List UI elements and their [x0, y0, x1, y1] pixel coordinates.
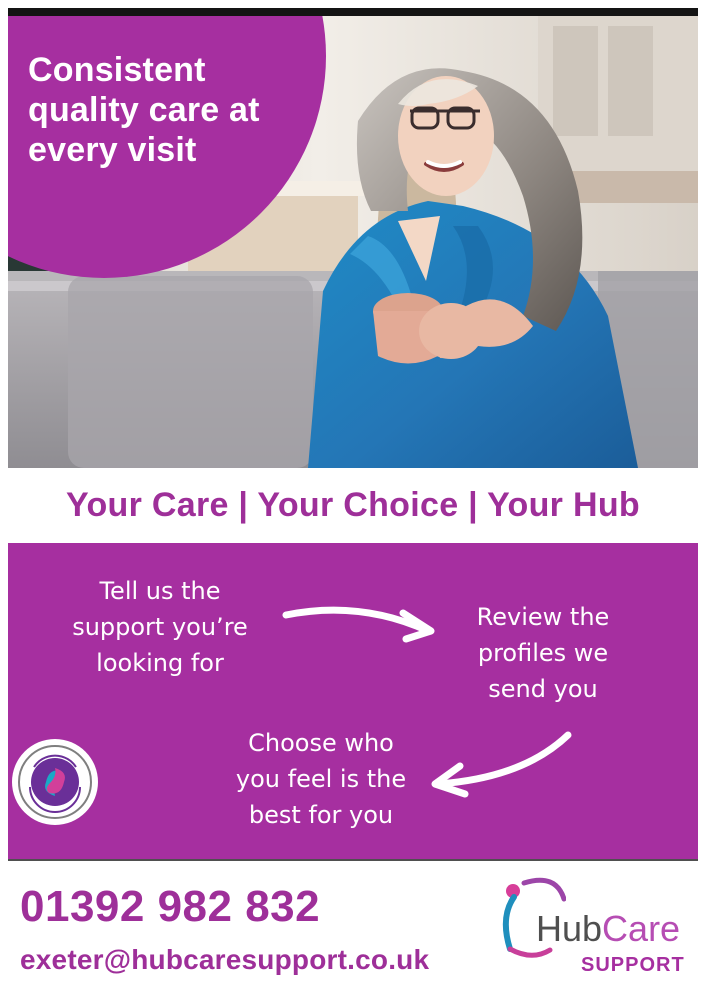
logo-wordmark: HubCare	[536, 909, 680, 949]
step-line: send you	[488, 675, 598, 703]
step-line: best for you	[248, 801, 394, 829]
logo-support-text: SUPPORT	[581, 954, 685, 976]
quality-care-badge-icon	[16, 743, 94, 821]
step-review-profiles: Review the profiles we send you	[428, 599, 658, 707]
step-line: support you’re	[72, 613, 248, 641]
step-line: looking for	[96, 649, 224, 677]
logo-care-text: Care	[602, 908, 681, 949]
headline: Consistent quality care at every visit	[28, 50, 308, 170]
headline-line: Consistent	[28, 51, 206, 89]
step-line: Review the	[476, 603, 610, 631]
step-choose: Choose who you feel is the best for you	[216, 725, 426, 833]
process-section: Tell us the support you’re looking for R…	[8, 543, 698, 859]
curved-arrow-left-icon	[431, 731, 572, 798]
step-line: profiles we	[477, 639, 609, 667]
curved-arrow-right-icon	[282, 606, 435, 643]
step-line: you feel is the	[235, 765, 407, 793]
tagline: Your Care | Your Choice | Your Hub	[66, 486, 640, 524]
headline-line: quality care at	[28, 91, 260, 129]
step-line: Tell us the	[99, 577, 221, 605]
flyer: Consistent quality care at every visit Y…	[0, 0, 706, 1003]
phone-number[interactable]: 01392 982 832	[20, 881, 320, 933]
top-border	[8, 8, 698, 16]
headline-line: every visit	[28, 131, 197, 169]
email-address[interactable]: exeter@hubcaresupport.co.uk	[20, 943, 429, 977]
tagline-section: Your Care | Your Choice | Your Hub	[8, 468, 698, 543]
hero-image-area: Consistent quality care at every visit	[8, 16, 698, 468]
hubcare-logo: HubCare SUPPORT	[496, 873, 692, 981]
contact-section: 01392 982 832 exeter@hubcaresupport.co.u…	[8, 861, 698, 1003]
step-tell-us: Tell us the support you’re looking for	[50, 573, 270, 681]
step-line: Choose who	[248, 729, 394, 757]
logo-hub-text: Hub	[536, 908, 603, 949]
